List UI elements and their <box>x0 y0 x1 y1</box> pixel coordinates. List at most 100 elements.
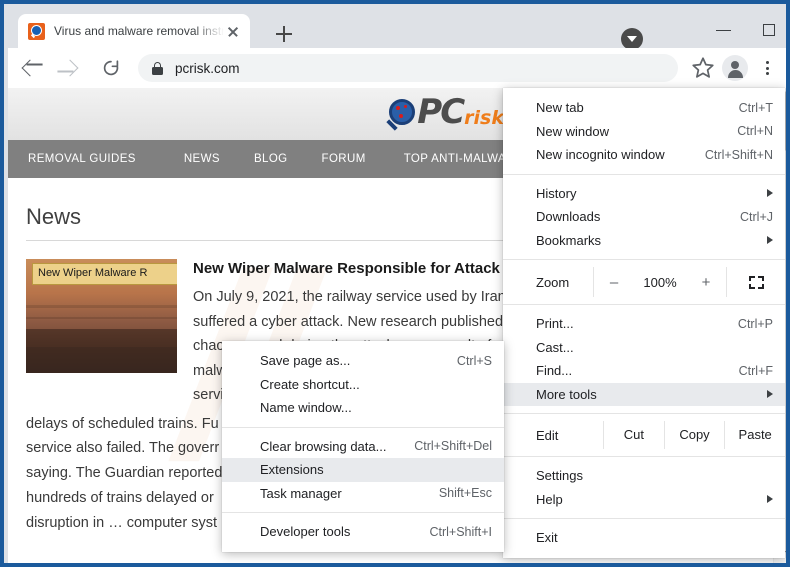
menu-item-find[interactable]: Find... Ctrl+F <box>503 359 785 383</box>
copy-button[interactable]: Copy <box>664 421 725 449</box>
menu-label: Create shortcut... <box>260 377 492 392</box>
star-glyph <box>688 53 718 83</box>
reload-glyph <box>102 59 120 77</box>
menu-separator <box>503 518 785 519</box>
menu-separator <box>222 512 504 513</box>
cut-button[interactable]: Cut <box>603 421 664 449</box>
menu-separator <box>503 413 785 414</box>
menu-accelerator: Ctrl+P <box>738 317 773 331</box>
address-bar[interactable]: pcrisk.com <box>138 54 678 82</box>
menu-label: Name window... <box>260 400 492 415</box>
fullscreen-button[interactable] <box>727 276 785 289</box>
menu-label: More tools <box>536 387 759 402</box>
menu-label: Task manager <box>260 486 439 501</box>
menu-item-cast[interactable]: Cast... <box>503 336 785 360</box>
menu-item-new-incognito-window[interactable]: New incognito window Ctrl+Shift+N <box>503 143 785 167</box>
chevron-right-icon <box>767 236 773 244</box>
chevron-right-icon <box>767 390 773 398</box>
fullscreen-icon <box>749 276 764 289</box>
maximize-icon[interactable] <box>747 14 790 46</box>
chrome-main-menu: New tab Ctrl+T New window Ctrl+N New inc… <box>503 88 785 558</box>
lock-icon <box>152 62 163 75</box>
browser-toolbar: pcrisk.com <box>8 48 790 88</box>
nav-item-forum[interactable]: FORUM <box>322 153 366 165</box>
menu-separator <box>503 174 785 175</box>
menu-accelerator: Ctrl+Shift+N <box>705 148 773 162</box>
submenu-item-extensions[interactable]: Extensions <box>222 458 504 482</box>
menu-label: New incognito window <box>536 147 705 162</box>
star-icon[interactable] <box>688 53 718 83</box>
menu-label: Find... <box>536 363 739 378</box>
three-dot-menu-icon[interactable] <box>752 53 782 83</box>
browser-tab[interactable]: Virus and malware removal instr <box>18 14 250 48</box>
menu-separator <box>222 427 504 428</box>
tab-title: Virus and malware removal instr <box>54 24 224 38</box>
close-icon[interactable] <box>224 22 242 40</box>
chevron-right-icon <box>767 495 773 503</box>
submenu-item-create-shortcut[interactable]: Create shortcut... <box>222 373 504 397</box>
nav-item-news[interactable]: NEWS <box>184 153 220 165</box>
menu-label: New window <box>536 124 737 139</box>
menu-accelerator: Ctrl+N <box>737 124 773 138</box>
menu-label: New tab <box>536 100 739 115</box>
menu-item-more-tools[interactable]: More tools <box>503 383 785 407</box>
menu-label: Exit <box>536 530 773 545</box>
menu-accelerator: Ctrl+S <box>457 354 492 368</box>
avatar-icon[interactable] <box>722 55 748 81</box>
submenu-item-task-manager[interactable]: Task manager Shift+Esc <box>222 482 504 506</box>
menu-item-settings[interactable]: Settings <box>503 464 785 488</box>
menu-item-help[interactable]: Help <box>503 488 785 512</box>
menu-item-history[interactable]: History <box>503 182 785 206</box>
menu-accelerator: Ctrl+J <box>740 210 773 224</box>
zoom-label: Zoom <box>536 275 593 290</box>
menu-label: Developer tools <box>260 524 429 539</box>
pcrisk-magnifier-icon <box>28 23 45 40</box>
plus-icon[interactable] <box>270 20 298 48</box>
menu-separator <box>503 304 785 305</box>
menu-accelerator: Shift+Esc <box>439 486 492 500</box>
submenu-item-clear-browsing-data[interactable]: Clear browsing data... Ctrl+Shift+Del <box>222 435 504 459</box>
menu-label: Extensions <box>260 462 492 477</box>
menu-label: Bookmarks <box>536 233 759 248</box>
submenu-item-save-page-as[interactable]: Save page as... Ctrl+S <box>222 349 504 373</box>
submenu-item-developer-tools[interactable]: Developer tools Ctrl+Shift+I <box>222 520 504 544</box>
menu-label: Cast... <box>536 340 773 355</box>
menu-label: Print... <box>536 316 738 331</box>
browser-window: Virus and malware removal instr pcrisk.c… <box>0 0 790 567</box>
magnifier-icon <box>389 99 415 125</box>
nav-item-blog[interactable]: BLOG <box>254 153 288 165</box>
submenu-item-name-window[interactable]: Name window... <box>222 396 504 420</box>
menu-label: Downloads <box>536 209 740 224</box>
thumbnail-caption: New Wiper Malware R <box>32 263 177 285</box>
nav-item-removal-guides[interactable]: REMOVAL GUIDES <box>28 153 136 165</box>
menu-label: Help <box>536 492 759 507</box>
menu-separator <box>503 456 785 457</box>
menu-label: Settings <box>536 468 773 483</box>
forward-arrow-icon[interactable] <box>54 51 88 85</box>
menu-item-downloads[interactable]: Downloads Ctrl+J <box>503 205 785 229</box>
article-thumbnail[interactable]: New Wiper Malware R <box>26 259 177 373</box>
menu-item-exit[interactable]: Exit <box>503 526 785 550</box>
menu-accelerator: Ctrl+T <box>739 101 773 115</box>
menu-accelerator: Ctrl+F <box>739 364 773 378</box>
menu-label: Save page as... <box>260 353 457 368</box>
menu-edit-row: Edit Cut Copy Paste <box>503 421 785 449</box>
back-arrow-icon[interactable] <box>14 51 48 85</box>
logo-risk-text: risk <box>464 107 504 129</box>
minimize-icon[interactable] <box>701 14 747 46</box>
download-badge-icon[interactable] <box>621 28 643 50</box>
menu-separator <box>503 259 785 260</box>
menu-item-new-window[interactable]: New window Ctrl+N <box>503 120 785 144</box>
zoom-out-button[interactable]: – <box>594 274 634 291</box>
menu-item-new-tab[interactable]: New tab Ctrl+T <box>503 96 785 120</box>
url-text: pcrisk.com <box>175 61 240 76</box>
menu-label: Clear browsing data... <box>260 439 414 454</box>
menu-item-bookmarks[interactable]: Bookmarks <box>503 229 785 253</box>
pcrisk-logo[interactable]: PC risk <box>389 92 504 132</box>
zoom-in-button[interactable]: + <box>686 274 726 291</box>
menu-item-print[interactable]: Print... Ctrl+P <box>503 312 785 336</box>
paste-button[interactable]: Paste <box>724 421 785 449</box>
reload-icon[interactable] <box>94 51 128 85</box>
menu-accelerator: Ctrl+Shift+Del <box>414 439 492 453</box>
more-tools-submenu: Save page as... Ctrl+S Create shortcut..… <box>222 341 504 552</box>
